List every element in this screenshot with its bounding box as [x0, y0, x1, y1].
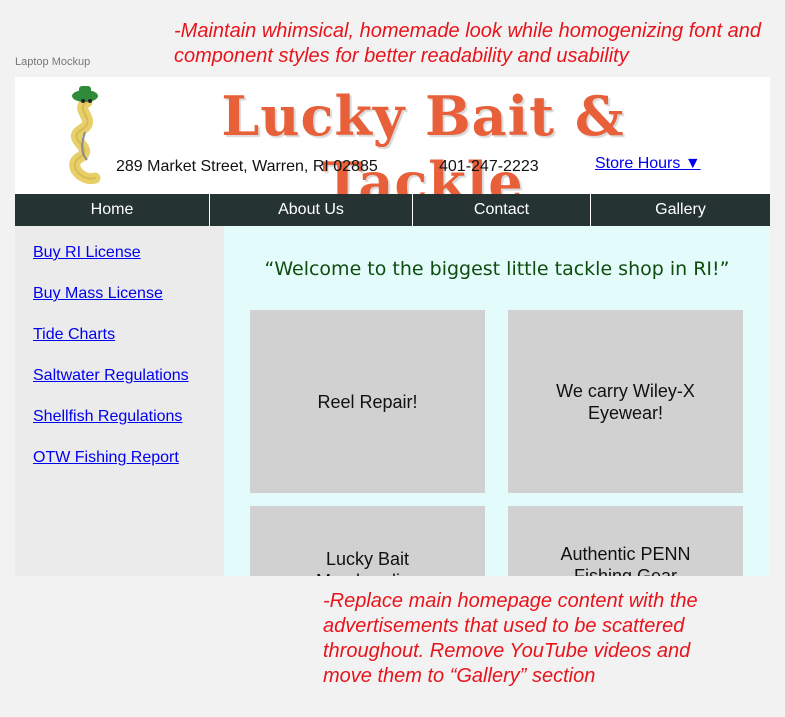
welcome-message: “Welcome to the biggest little tackle sh… — [264, 258, 730, 280]
nav-about-us[interactable]: About Us — [210, 194, 413, 226]
ad-card-label: Authentic PENN Fishing Gear — [560, 544, 691, 576]
nav-contact[interactable]: Contact — [413, 194, 591, 226]
sidebar-link-saltwater-regulations[interactable]: Saltwater Regulations — [33, 367, 189, 385]
frame-label: Laptop Mockup — [15, 56, 91, 68]
store-hours-dropdown[interactable]: Store Hours ▼ — [595, 155, 701, 173]
ad-card-reel-repair[interactable]: Reel Repair! — [250, 310, 485, 493]
ad-card-merchandise[interactable]: Lucky Bait Merchandise — [250, 506, 485, 576]
ad-card-penn-gear[interactable]: Authentic PENN Fishing Gear — [508, 506, 743, 576]
design-note-top: -Maintain whimsical, homemade look while… — [174, 20, 761, 67]
ad-card-label: Lucky Bait Merchandise — [316, 549, 419, 576]
laptop-mockup-frame: Lucky Bait & Tackle 289 Market Street, W… — [15, 77, 770, 576]
ad-card-label: Reel Repair! — [317, 391, 418, 412]
sidebar-link-shellfish-regulations[interactable]: Shellfish Regulations — [33, 408, 182, 426]
store-phone: 401-247-2223 — [439, 158, 539, 175]
site-header: Lucky Bait & Tackle 289 Market Street, W… — [15, 77, 770, 214]
sidebar-link-buy-mass-license[interactable]: Buy Mass License — [33, 285, 163, 303]
nav-gallery[interactable]: Gallery — [591, 194, 770, 226]
main-content: “Welcome to the biggest little tackle sh… — [224, 226, 770, 576]
sidebar-link-buy-ri-license[interactable]: Buy RI License — [33, 244, 141, 262]
ad-card-wiley-x[interactable]: We carry Wiley-X Eyewear! — [508, 310, 743, 493]
sidebar-link-otw-fishing-report[interactable]: OTW Fishing Report — [33, 449, 179, 467]
nav-home[interactable]: Home — [15, 194, 210, 226]
worm-mascot-icon — [69, 86, 101, 185]
design-note-bottom: -Replace main homepage content with the … — [323, 590, 698, 687]
sidebar: Buy RI License Buy Mass License Tide Cha… — [15, 226, 224, 576]
sidebar-link-tide-charts[interactable]: Tide Charts — [33, 326, 115, 344]
store-address: 289 Market Street, Warren, RI 02885 — [116, 158, 378, 175]
main-nav: Home About Us Contact Gallery — [15, 194, 770, 226]
ad-card-label: We carry Wiley-X Eyewear! — [556, 380, 695, 423]
